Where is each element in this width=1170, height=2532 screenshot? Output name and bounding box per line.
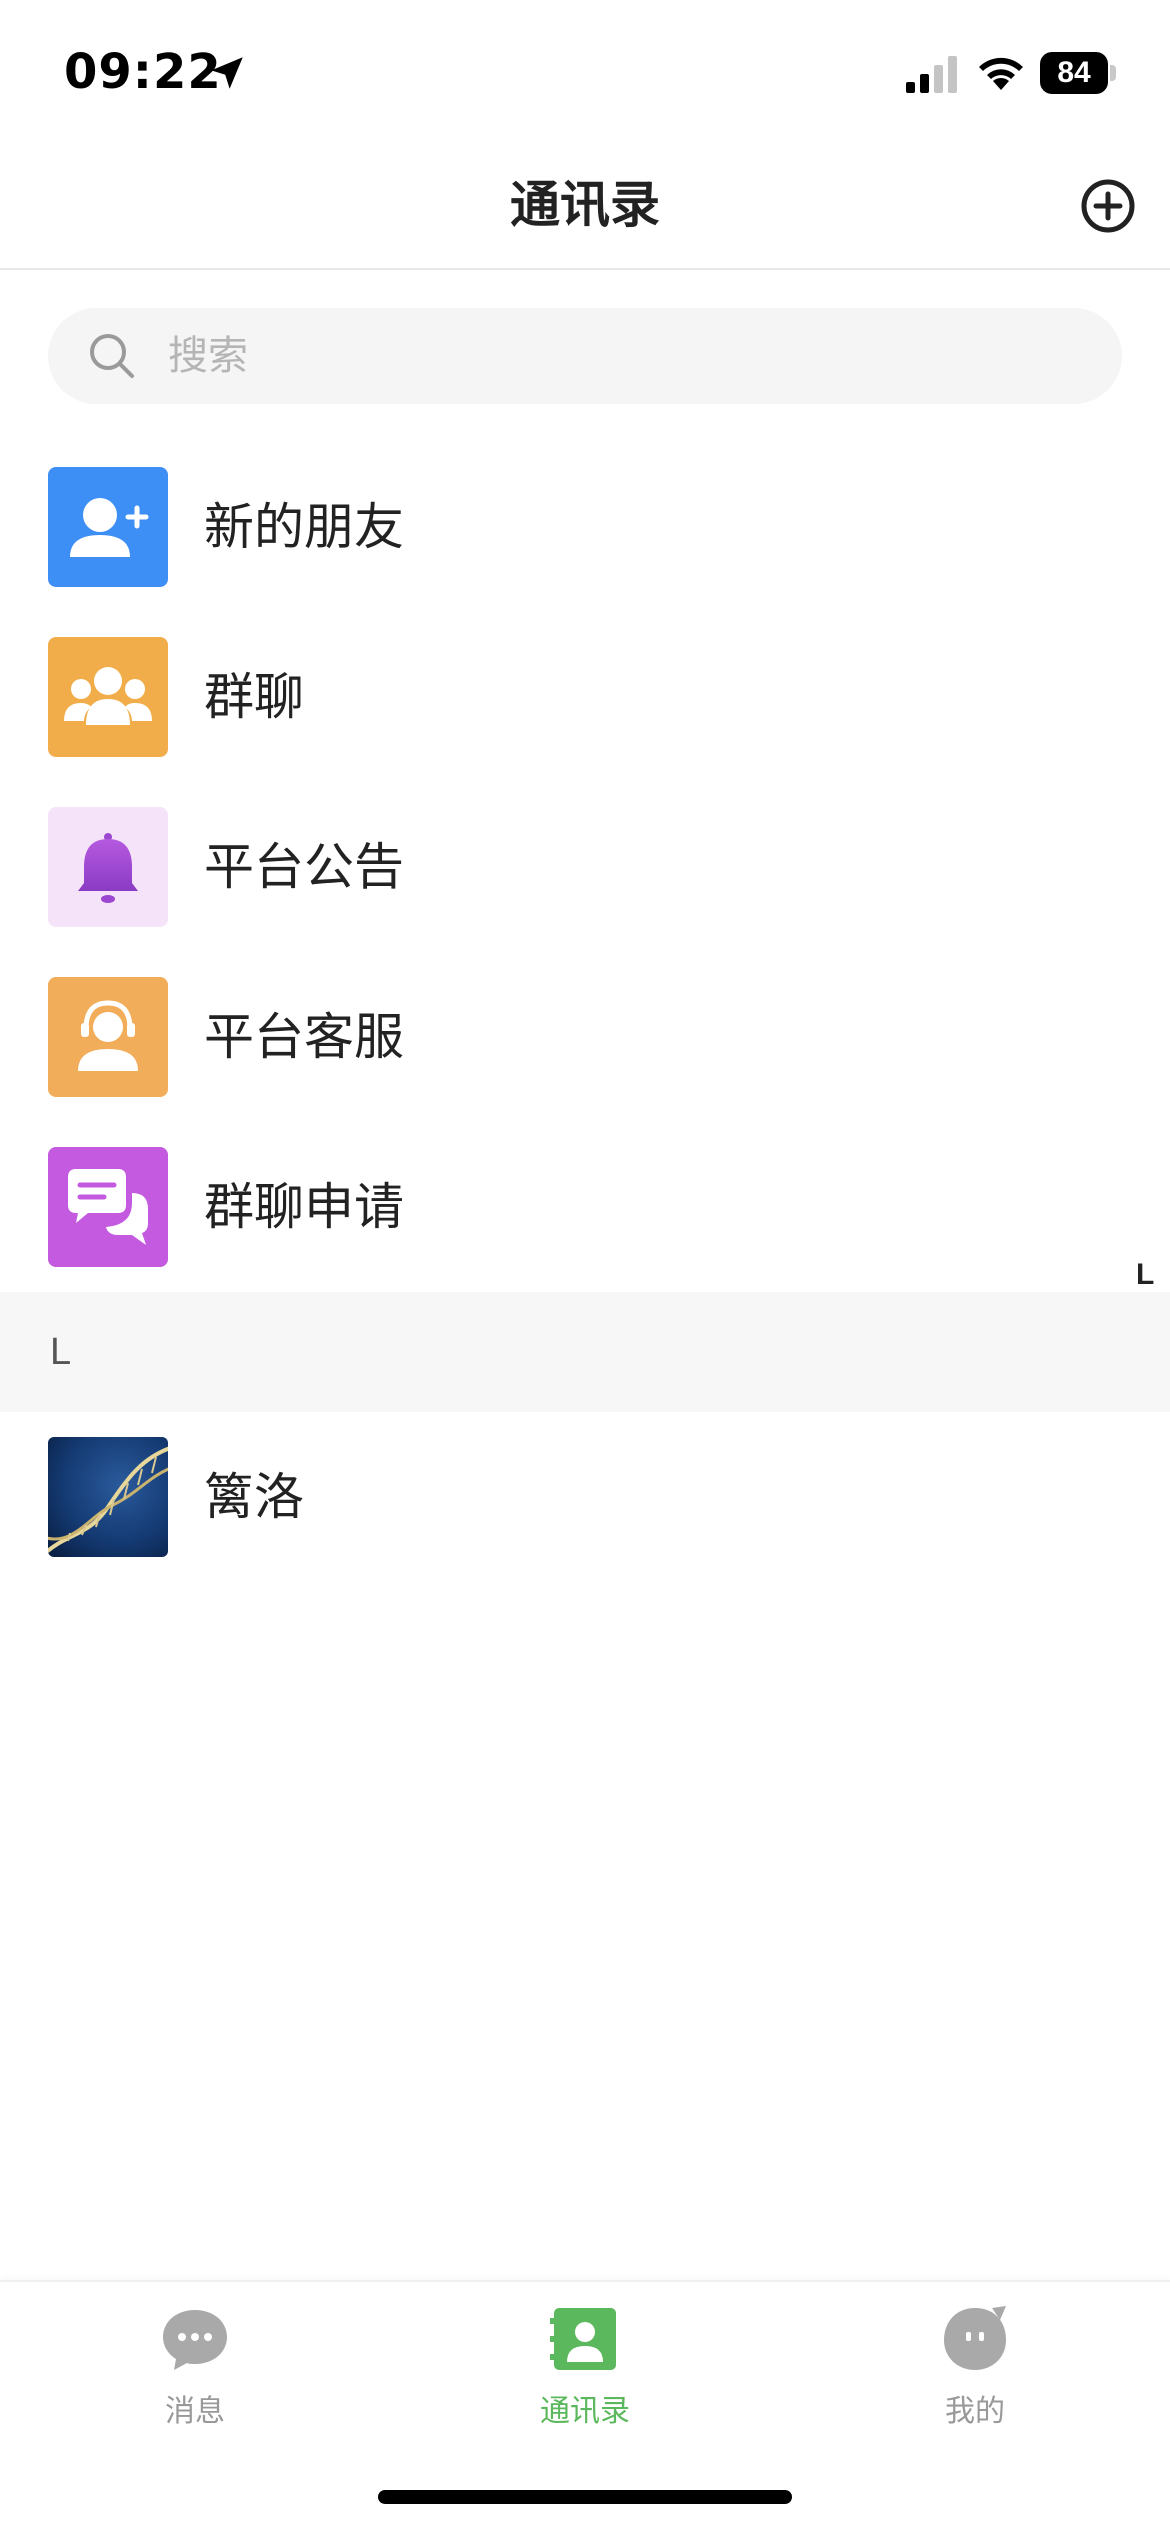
tab-messages[interactable]: 消息 bbox=[0, 2282, 390, 2442]
search-icon bbox=[90, 334, 134, 378]
menu-item-group-chats[interactable]: 群聊 bbox=[0, 612, 1170, 782]
menu-label: 群聊申请 bbox=[204, 1178, 404, 1236]
nav-bar: 通讯录 bbox=[0, 140, 1170, 270]
index-bar-letter[interactable]: L bbox=[1136, 1258, 1154, 1292]
chat-request-icon bbox=[48, 1147, 168, 1267]
status-time: 09:22 bbox=[64, 44, 222, 100]
menu-item-group-requests[interactable]: 群聊申请 bbox=[0, 1122, 1170, 1292]
group-chat-icon bbox=[48, 637, 168, 757]
menu-label: 群聊 bbox=[204, 668, 304, 726]
contacts-book-icon bbox=[550, 2308, 616, 2370]
battery-cap bbox=[1110, 65, 1116, 81]
menu-item-platform-announcement[interactable]: 平台公告 bbox=[0, 782, 1170, 952]
tab-label: 通讯录 bbox=[540, 2394, 630, 2429]
menu-label: 新的朋友 bbox=[204, 498, 404, 556]
customer-service-icon bbox=[48, 977, 168, 1097]
section-letter: L bbox=[50, 1331, 72, 1373]
menu-item-customer-service[interactable]: 平台客服 bbox=[0, 952, 1170, 1122]
add-friend-icon bbox=[48, 467, 168, 587]
cellular-signal-icon bbox=[906, 56, 957, 93]
wifi-icon bbox=[979, 57, 1023, 90]
add-circle-icon[interactable] bbox=[1080, 178, 1136, 234]
avatar bbox=[48, 1437, 168, 1557]
profile-face-icon bbox=[944, 2306, 1006, 2370]
home-indicator[interactable] bbox=[378, 2490, 792, 2504]
battery-indicator: 84 bbox=[1040, 52, 1116, 94]
tab-label: 我的 bbox=[945, 2394, 1005, 2429]
contact-name: 篱洛 bbox=[204, 1468, 304, 1526]
page-title: 通讯录 bbox=[510, 176, 660, 234]
search-input[interactable] bbox=[168, 308, 1068, 404]
tab-profile[interactable]: 我的 bbox=[780, 2282, 1170, 2442]
menu-label: 平台公告 bbox=[204, 838, 404, 896]
tab-contacts[interactable]: 通讯录 bbox=[390, 2282, 780, 2442]
status-bar: 09:22 84 bbox=[0, 0, 1170, 140]
battery-level: 84 bbox=[1057, 56, 1091, 89]
menu-label: 平台客服 bbox=[204, 1008, 404, 1066]
location-arrow-icon bbox=[211, 57, 243, 89]
contact-item[interactable]: 篱洛 bbox=[0, 1412, 1170, 1582]
section-header: L bbox=[0, 1292, 1170, 1412]
menu-item-new-friends[interactable]: 新的朋友 bbox=[0, 442, 1170, 612]
tab-label: 消息 bbox=[165, 2394, 225, 2429]
search-bar[interactable] bbox=[48, 308, 1122, 404]
chat-bubble-icon bbox=[163, 2310, 227, 2370]
bell-icon bbox=[48, 807, 168, 927]
